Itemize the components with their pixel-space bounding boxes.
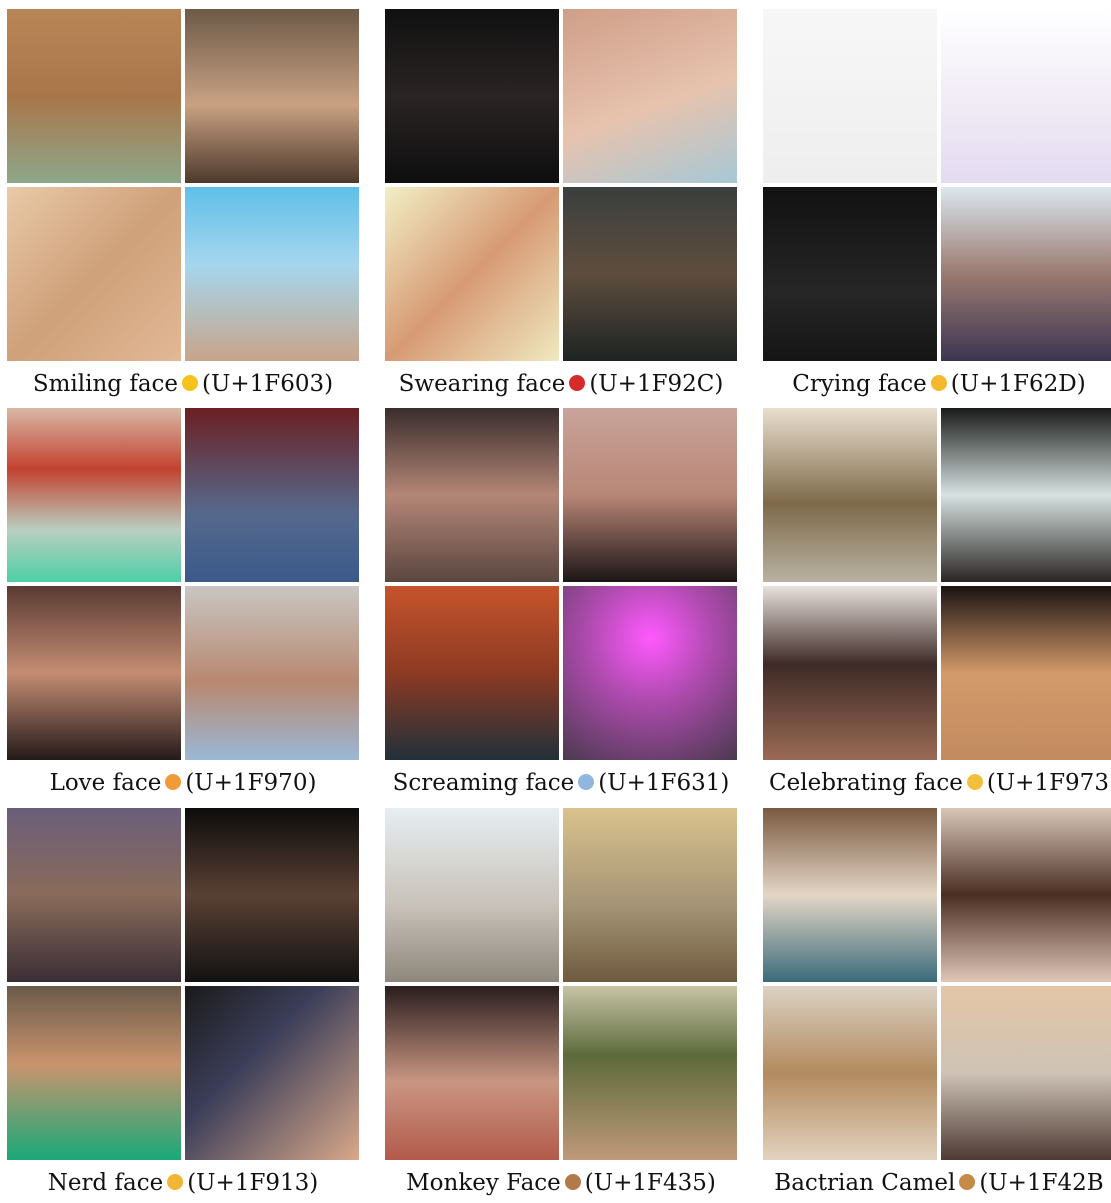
tile-crying-1	[763, 9, 937, 183]
tile-smiling-4	[185, 187, 359, 361]
tile-screaming-1	[385, 408, 559, 582]
caption-code: (U+1F631)	[598, 770, 730, 796]
image-grid	[385, 408, 737, 760]
monkey-face-emoji-icon	[564, 1174, 581, 1190]
caption-name: Smiling face	[32, 371, 179, 397]
group-nerd-face: Nerd face (U+1F913)	[7, 808, 359, 1196]
group-celebrating-face: Celebrating face (U+1F973	[763, 408, 1111, 796]
tile-love-3	[7, 586, 181, 760]
tile-swearing-1	[385, 9, 559, 183]
caption: Crying face (U+1F62D)	[753, 371, 1111, 397]
tile-camel-2	[941, 808, 1111, 982]
tile-celebrating-1	[763, 408, 937, 582]
group-screaming-face: Screaming face (U+1F631)	[385, 408, 737, 796]
tile-nerd-3	[7, 986, 181, 1160]
tile-swearing-3	[385, 187, 559, 361]
tile-camel-3	[763, 986, 937, 1160]
tile-camel-1	[763, 808, 937, 982]
caption-code: (U+1F42B	[979, 1170, 1104, 1196]
group-smiling-face: Smiling face (U+1F603)	[7, 9, 359, 397]
group-swearing-face: Swearing face (U+1F92C)	[385, 9, 737, 397]
caption-name: Love face	[49, 770, 162, 796]
tile-screaming-2	[563, 408, 737, 582]
tile-nerd-4	[185, 986, 359, 1160]
nerd-face-emoji-icon	[167, 1174, 184, 1190]
group-monkey-face: Monkey Face (U+1F435)	[385, 808, 737, 1196]
caption-name: Bactrian Camel	[774, 1170, 956, 1196]
image-grid	[385, 9, 737, 361]
tile-crying-2	[941, 9, 1111, 183]
caption-name: Screaming face	[392, 770, 575, 796]
tile-screaming-3	[385, 586, 559, 760]
love-face-emoji-icon	[165, 774, 182, 790]
image-grid	[7, 408, 359, 760]
caption-name: Crying face	[792, 371, 927, 397]
caption-code: (U+1F92C)	[589, 371, 724, 397]
tile-celebrating-3	[763, 586, 937, 760]
tile-smiling-1	[7, 9, 181, 183]
group-love-face: Love face (U+1F970)	[7, 408, 359, 796]
tile-monkey-2	[563, 808, 737, 982]
caption: Monkey Face (U+1F435)	[375, 1170, 747, 1196]
crying-face-emoji-icon	[930, 375, 947, 391]
tile-celebrating-2	[941, 408, 1111, 582]
caption-code: (U+1F435)	[584, 1170, 716, 1196]
group-bactrian-camel: Bactrian Camel (U+1F42B	[763, 808, 1111, 1196]
tile-monkey-4	[563, 986, 737, 1160]
tile-crying-4	[941, 187, 1111, 361]
tile-love-2	[185, 408, 359, 582]
image-grid	[763, 408, 1111, 760]
image-grid	[763, 9, 1111, 361]
caption-code: (U+1F973	[986, 770, 1109, 796]
caption: Love face (U+1F970)	[0, 770, 369, 796]
caption-code: (U+1F970)	[185, 770, 317, 796]
caption-name: Nerd face	[47, 1170, 164, 1196]
camel-emoji-icon	[959, 1174, 976, 1190]
group-crying-face: Crying face (U+1F62D)	[763, 9, 1111, 397]
caption: Celebrating face (U+1F973	[753, 770, 1111, 796]
tile-celebrating-4	[941, 586, 1111, 760]
caption-code: (U+1F603)	[202, 371, 334, 397]
tile-love-1	[7, 408, 181, 582]
image-grid	[7, 808, 359, 1160]
tile-swearing-4	[563, 187, 737, 361]
tile-crying-3	[763, 187, 937, 361]
screaming-face-emoji-icon	[578, 774, 595, 790]
tile-smiling-3	[7, 187, 181, 361]
caption: Bactrian Camel (U+1F42B	[753, 1170, 1111, 1196]
tile-screaming-4	[563, 586, 737, 760]
caption-name: Swearing face	[398, 371, 566, 397]
caption-code: (U+1F913)	[187, 1170, 319, 1196]
tile-swearing-2	[563, 9, 737, 183]
caption: Screaming face (U+1F631)	[375, 770, 747, 796]
caption: Swearing face (U+1F92C)	[375, 371, 747, 397]
tile-nerd-1	[7, 808, 181, 982]
image-grid	[763, 808, 1111, 1160]
tile-nerd-2	[185, 808, 359, 982]
image-grid	[385, 808, 737, 1160]
smiling-face-emoji-icon	[182, 375, 199, 391]
caption-name: Monkey Face	[406, 1170, 561, 1196]
caption-code: (U+1F62D)	[950, 371, 1086, 397]
caption-name: Celebrating face	[769, 770, 963, 796]
tile-smiling-2	[185, 9, 359, 183]
tile-camel-4	[941, 986, 1111, 1160]
tile-monkey-3	[385, 986, 559, 1160]
image-grid	[7, 9, 359, 361]
caption: Smiling face (U+1F603)	[0, 371, 369, 397]
swearing-face-emoji-icon	[569, 375, 586, 391]
caption: Nerd face (U+1F913)	[0, 1170, 369, 1196]
tile-monkey-1	[385, 808, 559, 982]
tile-love-4	[185, 586, 359, 760]
celebrating-face-emoji-icon	[966, 774, 983, 790]
